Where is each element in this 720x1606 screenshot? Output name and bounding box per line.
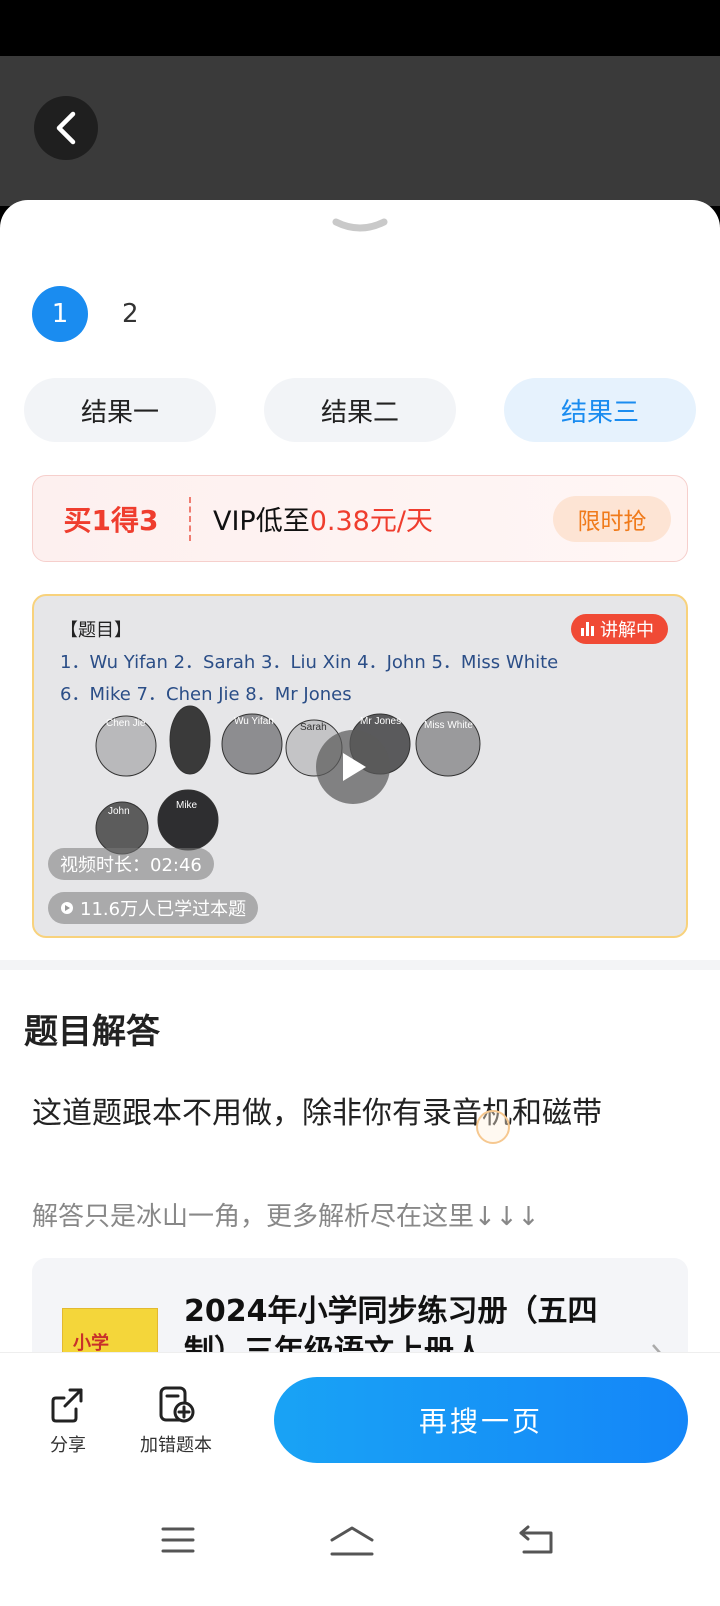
portrait-label-7: Mike [176,800,198,811]
question-line-2: 6．Mike 7．Chen Jie 8．Mr Jones [60,684,352,705]
tab-result-2[interactable]: 结果二 [264,378,456,442]
touch-indicator [476,1110,510,1144]
promo-price: 0.38元/天 [309,506,433,537]
chevron-left-icon [56,111,76,145]
question-line-1: 1．Wu Yifan 2．Sarah 3．Liu Xin 4．John 5．Mi… [60,652,559,673]
promo-text: VIP低至0.38元/天 [213,499,553,538]
share-icon [51,1388,83,1423]
share-button[interactable]: 分享 [48,1385,88,1457]
add-mistake-book-button[interactable]: 加错题本 [140,1385,212,1457]
portrait-label-1: Chen Jie [106,718,146,729]
back-button[interactable] [34,96,98,160]
promo-buy-button[interactable]: 限时抢 [553,495,671,542]
portrait-label-4: Mr Jones [360,716,401,727]
action-toolbar: 分享 加错题本 再搜一页 [0,1352,720,1496]
search-again-button[interactable]: 再搜一页 [274,1377,688,1463]
home-icon[interactable] [328,1524,376,1558]
vip-promo-banner[interactable]: 买1得3 VIP低至0.38元/天 限时抢 [32,475,688,562]
add-mistake-label: 加错题本 [140,1435,212,1456]
share-label: 分享 [50,1435,86,1456]
tab-result-1[interactable]: 结果一 [24,378,216,442]
play-button[interactable] [316,730,390,804]
audio-bars-icon [581,622,594,636]
section-divider [0,960,720,970]
play-small-icon [61,902,73,914]
promo-offer: 买1得3 [63,503,159,537]
portraits-illustration: Chen Jie Wu Yifan Sarah Mr Jones Miss Wh… [95,705,481,855]
video-duration: 视频时长：02:46 [48,848,214,880]
menu-icon[interactable] [160,1524,196,1556]
portrait-label-2: Wu Yifan [234,716,274,727]
learners-count-text: 11.6万人已学过本题 [80,899,247,920]
result-tabs: 结果一 结果二 结果三 [24,378,696,442]
photo-preview-area [0,56,720,206]
more-analysis-hint: 解答只是冰山一角，更多解析尽在这里↓↓↓ [32,1202,540,1232]
sheet-collapse-handle[interactable] [332,216,388,236]
question-label: 【题目】 [60,620,132,641]
status-bar [0,0,720,56]
results-sheet: 1 2 结果一 结果二 结果三 买1得3 VIP低至0.38元/天 限时抢 【题… [0,200,720,1606]
page-2-button[interactable]: 2 [122,299,139,329]
page-1-button[interactable]: 1 [32,286,88,342]
back-nav-icon[interactable] [518,1524,556,1556]
portrait-label-6: John [108,806,130,817]
answer-section-title: 题目解答 [24,1012,160,1052]
portrait-label-3: Sarah [300,722,327,733]
system-nav-bar [0,1496,720,1606]
promo-divider [189,496,191,541]
answer-text: 这道题跟本不用做，除非你有录音机和磁带 [32,1096,602,1131]
add-document-icon [159,1386,195,1423]
learners-count: 11.6万人已学过本题 [48,892,259,924]
video-explanation-card[interactable]: 【题目】 1．Wu Yifan 2．Sarah 3．Liu Xin 4．John… [32,594,688,938]
live-explaining-badge: 讲解中 [571,614,668,644]
promo-text-prefix: VIP低至 [213,506,310,537]
portrait-label-5: Miss White [424,720,473,731]
page-selector: 1 2 [32,286,139,342]
play-icon [343,753,366,781]
tab-result-3[interactable]: 结果三 [504,378,696,442]
live-badge-label: 讲解中 [600,620,654,641]
